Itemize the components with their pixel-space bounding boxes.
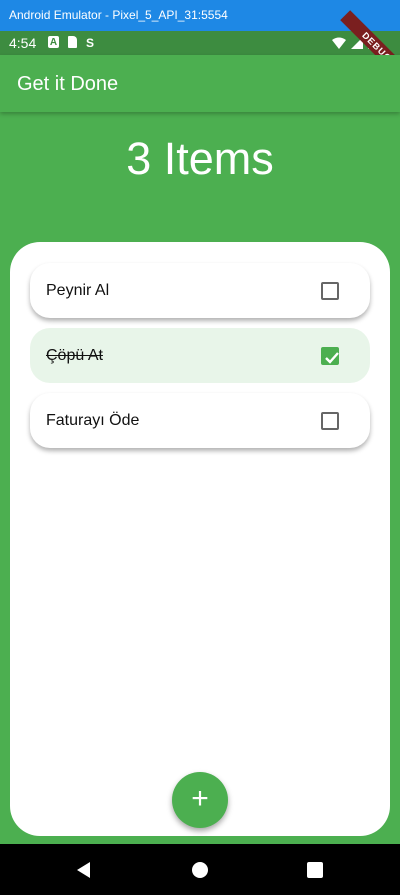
status-time: 4:54 (9, 35, 37, 51)
recents-icon[interactable] (306, 861, 324, 879)
task-label: Peynir Al (46, 282, 110, 299)
task-item[interactable]: Faturayı Öde (30, 393, 370, 448)
sd-card-icon (68, 36, 77, 48)
task-label: Çöpü At (46, 347, 103, 364)
add-task-button[interactable]: + (172, 772, 228, 828)
items-count: 3 Items (126, 133, 274, 184)
navigation-bar (0, 844, 400, 895)
sync-icon: S (86, 36, 95, 50)
emulator-title: Android Emulator - Pixel_5_API_31:5554 (9, 8, 228, 22)
check-icon (325, 352, 339, 364)
task-label: Faturayı Öde (46, 412, 140, 429)
task-checkbox[interactable] (321, 282, 339, 300)
a-box-icon: A (48, 36, 59, 48)
task-checkbox[interactable] (321, 412, 339, 430)
task-list-panel: Peynir Al Çöpü At Faturayı Öde + (10, 242, 390, 836)
add-icon: + (191, 782, 209, 815)
back-icon[interactable] (75, 861, 93, 879)
wifi-icon (332, 37, 346, 49)
task-item-done[interactable]: Çöpü At (30, 328, 370, 383)
task-item[interactable]: Peynir Al (30, 263, 370, 318)
status-bar: 4:54 A S (0, 31, 400, 55)
task-checkbox-checked[interactable] (321, 347, 339, 365)
emulator-title-bar: Android Emulator - Pixel_5_API_31:5554 (0, 0, 400, 31)
home-icon[interactable] (191, 861, 209, 879)
app-bar: Get it Done (0, 55, 400, 112)
app-title: Get it Done (17, 73, 119, 95)
